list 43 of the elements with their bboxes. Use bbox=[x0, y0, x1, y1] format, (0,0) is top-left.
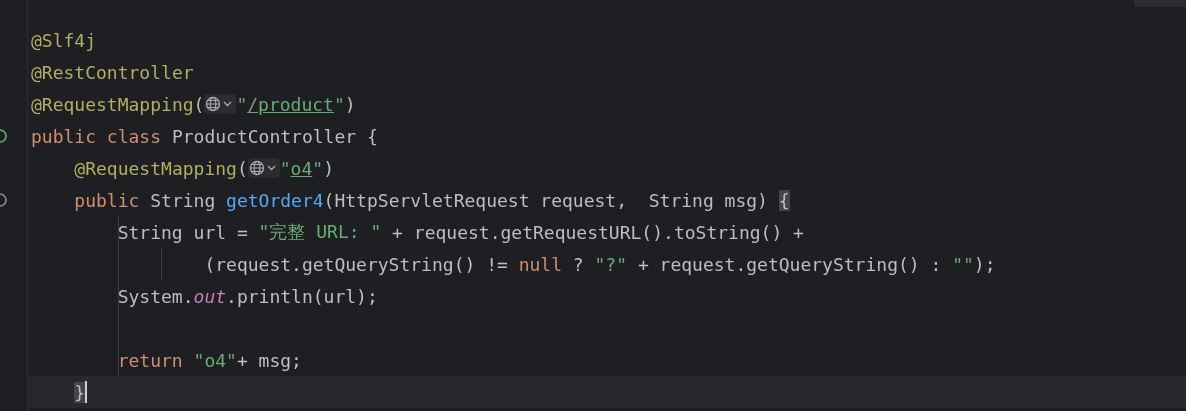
code-text: ProductController { bbox=[171, 125, 378, 147]
code-text: String bbox=[150, 189, 217, 211]
code-text: + request.getQueryString() : bbox=[636, 253, 943, 275]
globe-menu-icon[interactable] bbox=[247, 158, 280, 178]
gutter-marker-icon[interactable] bbox=[0, 128, 7, 144]
code-text: @RestController bbox=[31, 61, 194, 83]
code-text: " bbox=[236, 93, 248, 115]
matched-brace: } bbox=[74, 381, 86, 403]
code-text: @RequestMapping bbox=[74, 157, 237, 179]
code-text: "?" bbox=[594, 253, 628, 275]
code-text: " bbox=[312, 157, 324, 179]
code-text: ( bbox=[193, 93, 205, 115]
code-text: + request.getRequestURL().toString() + bbox=[391, 221, 804, 243]
globe-menu-icon[interactable] bbox=[204, 94, 237, 114]
code-text: ( bbox=[236, 157, 248, 179]
code-text: ? bbox=[571, 253, 585, 275]
code-text: .println(url); bbox=[226, 285, 378, 307]
text-caret bbox=[85, 381, 88, 403]
code-text: " bbox=[279, 157, 291, 179]
code-text: return bbox=[117, 349, 184, 371]
gutter-marker-icon[interactable] bbox=[0, 192, 7, 208]
code-text: (HttpServletRequest request, String msg) bbox=[323, 189, 769, 211]
code-text: " bbox=[333, 93, 345, 115]
code-text: "o4" bbox=[193, 349, 237, 371]
code-text: "完整 URL: " bbox=[258, 220, 382, 244]
code-text: System. bbox=[117, 285, 194, 307]
code-text: + msg; bbox=[236, 349, 302, 371]
code-text: ); bbox=[973, 253, 996, 275]
code-text: @RequestMapping bbox=[31, 93, 194, 115]
code-text: "" bbox=[952, 253, 974, 275]
code-text: /product bbox=[247, 93, 334, 115]
code-text: public bbox=[74, 189, 141, 211]
code-text: (request.getQueryString() != bbox=[203, 253, 509, 275]
matched-brace: { bbox=[778, 189, 790, 211]
code-text: null bbox=[518, 253, 562, 275]
code-text: getOrder4 bbox=[226, 189, 324, 211]
code-text: ) bbox=[323, 157, 334, 179]
code-text: String url = bbox=[117, 221, 249, 243]
code-text: @Slf4j bbox=[31, 29, 97, 51]
code-text: out bbox=[193, 285, 227, 307]
code-text: ) bbox=[344, 93, 356, 115]
code-text: o4 bbox=[290, 157, 313, 179]
code-text: public class bbox=[31, 125, 163, 147]
